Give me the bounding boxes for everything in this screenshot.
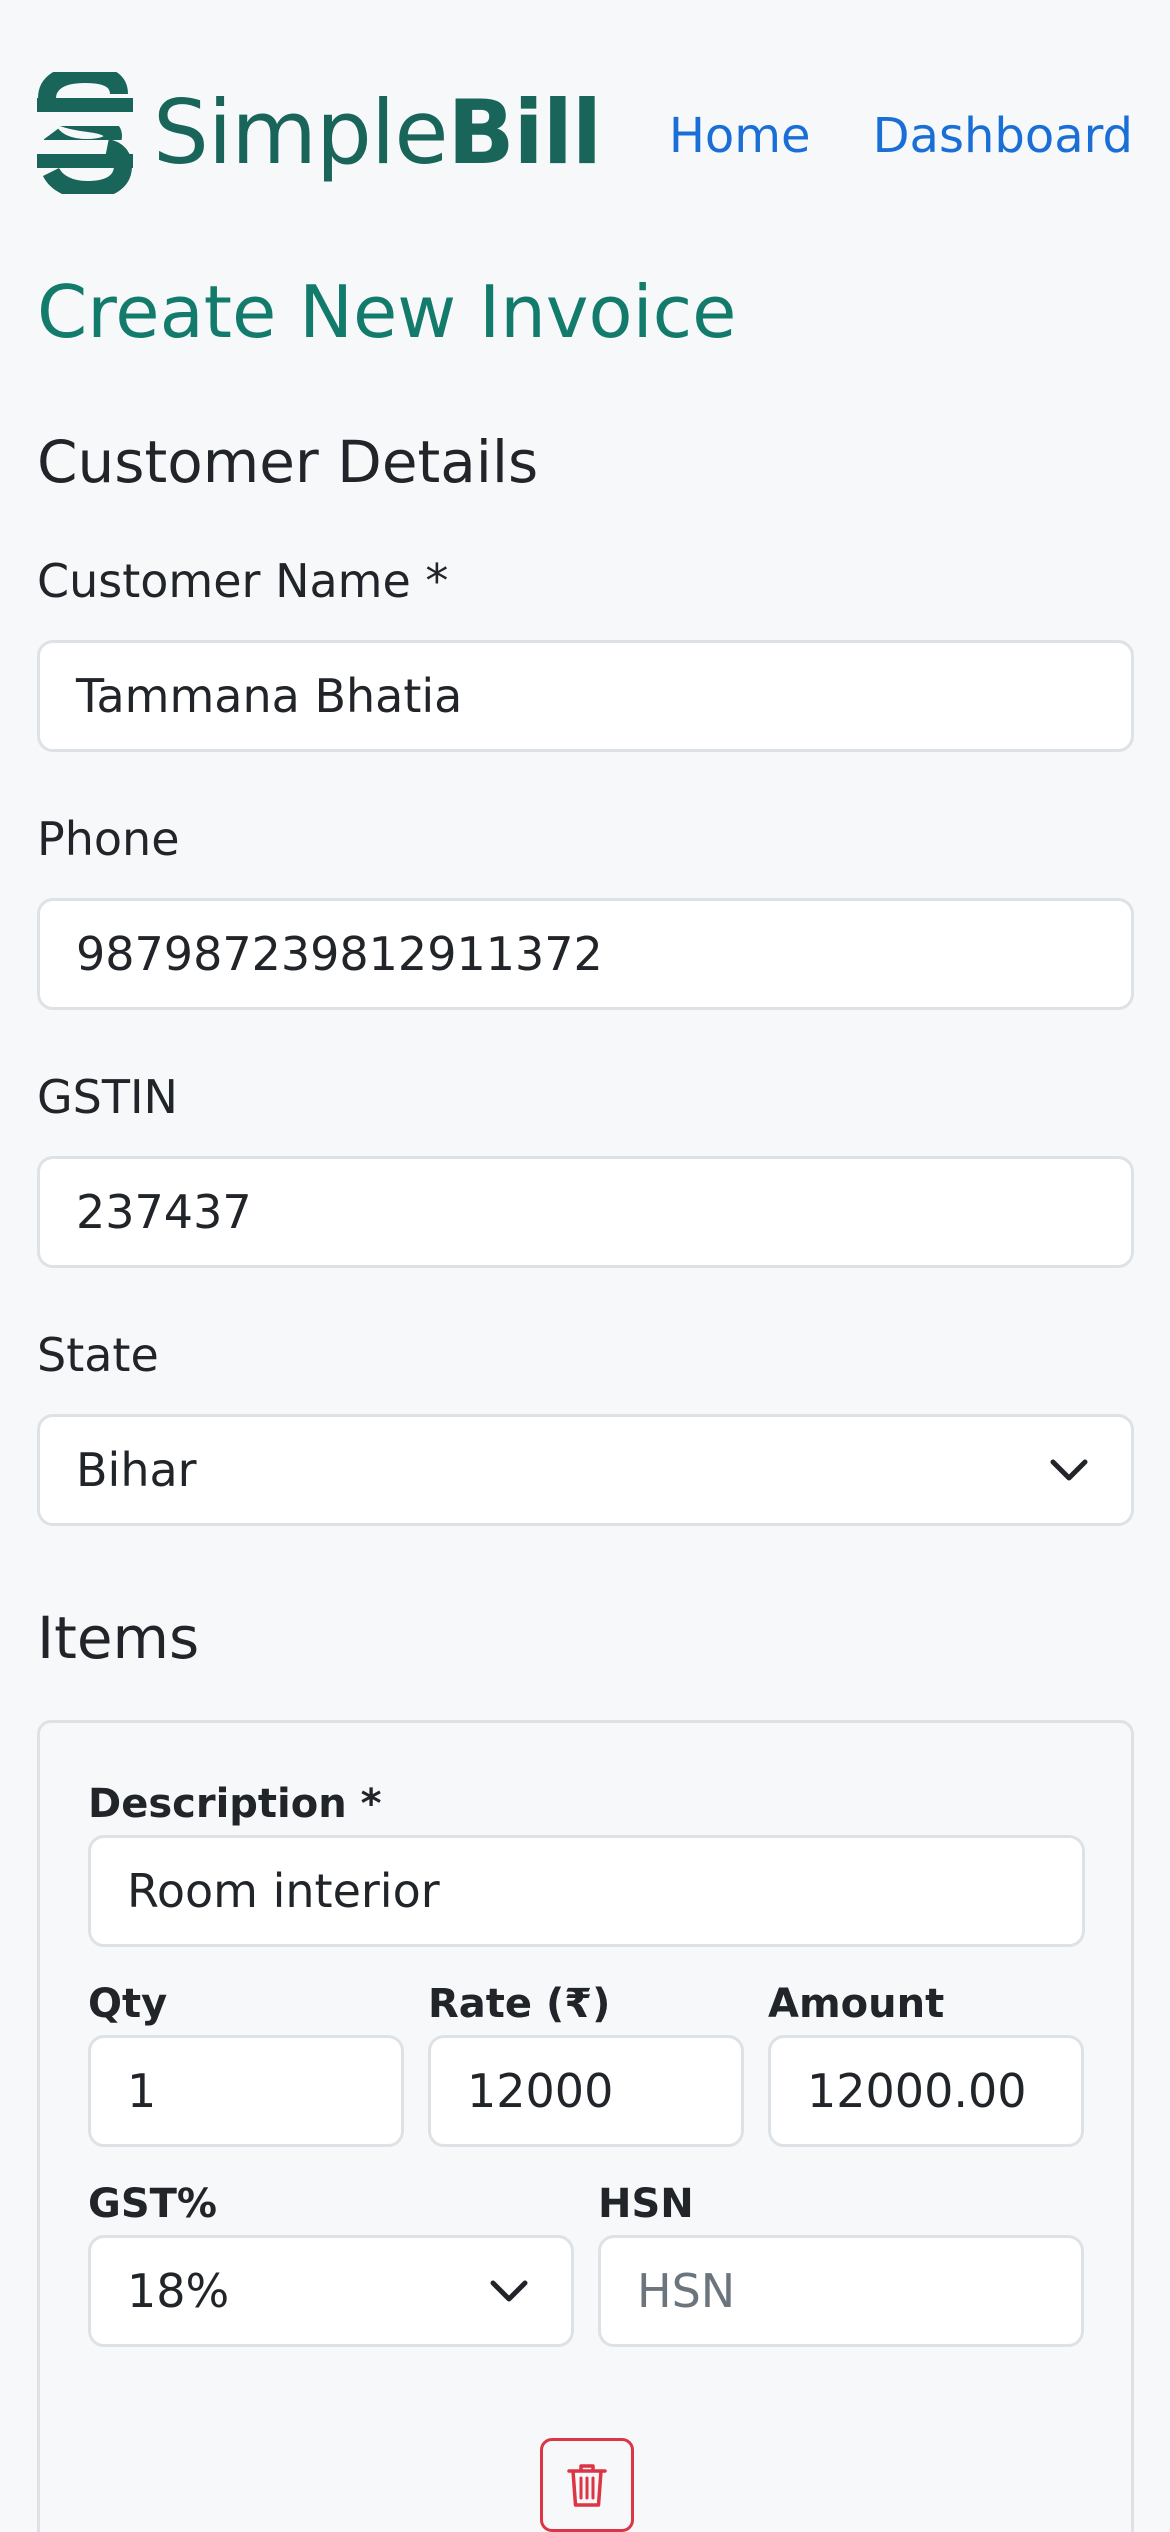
state-label: State [37, 1328, 159, 1382]
description-label: Description * [88, 1781, 382, 1827]
amount-input[interactable]: 12000.00 [768, 2035, 1084, 2147]
customer-name-value: Tammana Bhatia [76, 669, 463, 723]
qty-input[interactable]: 1 [88, 2035, 404, 2147]
gstin-label: GSTIN [37, 1070, 178, 1124]
customer-name-input[interactable]: Tammana Bhatia [37, 640, 1134, 752]
page-title: Create New Invoice [37, 270, 737, 354]
nav-link-home[interactable]: Home [669, 108, 811, 164]
gstin-value: 237437 [76, 1185, 252, 1239]
state-select[interactable]: Bihar [37, 1414, 1134, 1526]
logo-s-icon [37, 71, 133, 194]
gst-select[interactable]: 18% [88, 2235, 574, 2347]
rate-input[interactable]: 12000 [428, 2035, 744, 2147]
phone-value: 987987239812911372 [76, 927, 603, 981]
gstin-input[interactable]: 237437 [37, 1156, 1134, 1268]
delete-item-button[interactable] [540, 2438, 634, 2532]
brand-logo[interactable]: SimpleBill [37, 71, 602, 194]
brand-name-bold: Bill [447, 80, 602, 184]
brand-name: SimpleBill [153, 88, 602, 177]
description-input[interactable]: Room interior [88, 1835, 1085, 1947]
nav-bar: Home Dashboard [669, 108, 1133, 164]
hsn-placeholder: HSN [637, 2264, 736, 2318]
phone-input[interactable]: 987987239812911372 [37, 898, 1134, 1010]
phone-label: Phone [37, 812, 180, 866]
hsn-input[interactable]: HSN [598, 2235, 1084, 2347]
chevron-down-icon [1050, 1459, 1088, 1481]
gst-label: GST% [88, 2181, 218, 2227]
items-heading: Items [37, 1604, 200, 1672]
invoice-page: SimpleBill Home Dashboard Create New Inv… [0, 0, 1170, 2532]
nav-link-dashboard[interactable]: Dashboard [873, 108, 1133, 164]
amount-label: Amount [768, 1981, 945, 2027]
trash-icon [567, 2464, 607, 2507]
amount-value: 12000.00 [807, 2064, 1027, 2118]
rate-label: Rate (₹) [428, 1981, 611, 2027]
description-value: Room interior [127, 1864, 440, 1918]
chevron-down-icon [490, 2280, 528, 2302]
state-value: Bihar [76, 1443, 197, 1497]
item-row-card: Description * Room interior Qty 1 Rate (… [37, 1720, 1134, 2532]
qty-label: Qty [88, 1981, 168, 2027]
header: SimpleBill Home Dashboard [37, 70, 1133, 195]
customer-details-heading: Customer Details [37, 428, 539, 496]
qty-value: 1 [127, 2064, 157, 2118]
rate-value: 12000 [467, 2064, 614, 2118]
customer-name-label: Customer Name * [37, 554, 449, 608]
brand-name-light: Simple [153, 80, 448, 184]
gst-value: 18% [127, 2264, 230, 2318]
hsn-label: HSN [598, 2181, 694, 2227]
